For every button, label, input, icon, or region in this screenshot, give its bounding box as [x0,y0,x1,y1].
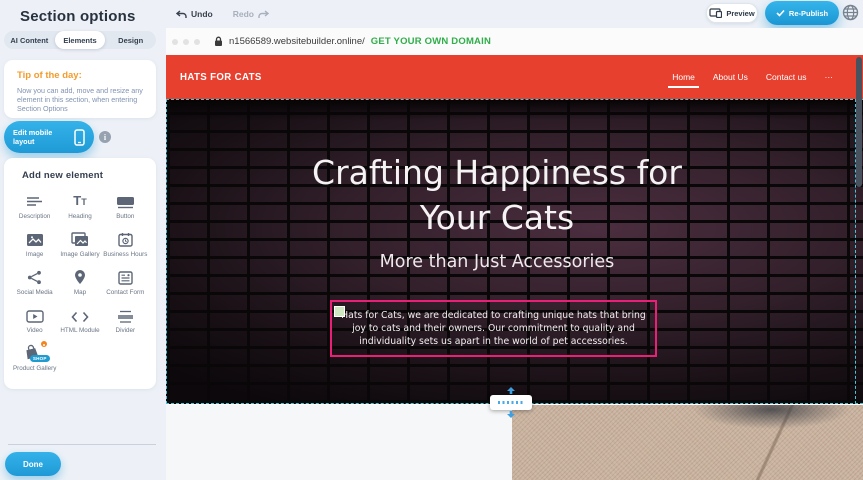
undo-button[interactable]: Undo [176,9,213,19]
add-element-button[interactable]: Button [103,189,148,227]
button-icon [116,196,135,209]
phone-icon [74,129,85,146]
map-pin-icon [74,269,86,285]
browser-window-dots [172,39,200,45]
devices-icon [709,8,722,18]
hero-paragraph-text: Hats for Cats, we are dedicated to craft… [341,310,646,347]
tab-elements[interactable]: Elements [55,31,106,49]
redo-icon [258,10,269,19]
tip-of-the-day-card: Tip of the day: Now you can add, move an… [4,60,156,118]
add-element-heading[interactable]: TT Heading [57,189,102,227]
preview-label: Preview [726,9,754,18]
add-element-product-gallery[interactable]: SHOP Product Gallery [12,341,57,379]
website-builder-app: Section options Undo Redo Preview Re-Pub… [0,0,863,480]
hero-paragraph-selected[interactable]: Hats for Cats, we are dedicated to craft… [330,300,657,357]
resize-arrow-up-icon [506,387,516,394]
html-module-icon [71,311,89,323]
add-element-image[interactable]: Image [12,227,57,265]
image-icon [26,233,44,247]
add-element-social-media[interactable]: Social Media [12,265,57,303]
add-element-divider[interactable]: Divider [103,303,148,341]
lock-icon [214,36,223,47]
preview-button[interactable]: Preview [706,3,758,23]
add-element-video[interactable]: Video [12,303,57,341]
redo-button[interactable]: Redo [233,9,269,19]
tab-ai-content[interactable]: AI Content [4,31,55,49]
edit-mobile-layout-label: Edit mobile layout [13,128,67,146]
add-element-business-hours[interactable]: Business Hours [103,227,148,265]
hero-heading-line2: Your Cats [167,195,827,240]
add-element-map[interactable]: Map [57,265,102,303]
grid-empty-cell [103,341,148,379]
grid-empty-cell [57,341,102,379]
preview-scrollbar[interactable] [856,57,862,187]
nav-more-menu[interactable]: ··· [825,68,834,86]
element-grid: Description TT Heading Button Image Imag… [12,189,148,379]
sidebar-divider [8,444,156,445]
shop-badge: SHOP [30,355,50,362]
resize-arrow-down-icon [506,411,516,418]
section-resize-handle[interactable] [490,395,532,410]
product-gallery-notification-badge [40,340,48,348]
heading-icon: TT [73,194,86,209]
add-element-image-gallery[interactable]: Image Gallery [57,227,102,265]
redo-label: Redo [233,9,254,19]
video-icon [26,310,44,323]
check-icon [776,9,785,17]
add-new-element-panel: Add new element Description TT Heading B… [4,158,156,389]
image-gallery-icon [71,232,89,247]
social-media-icon [27,270,42,285]
sand-photo [512,405,863,480]
add-element-description[interactable]: Description [12,189,57,227]
site-header: HATS FOR CATS Home About Us Contact us ·… [166,55,863,99]
site-nav: Home About Us Contact us ··· [672,55,833,99]
browser-chrome: n1566589.websitebuilder.online/ GET YOUR… [166,28,863,55]
nav-contact-us[interactable]: Contact us [766,68,807,86]
business-hours-icon [118,232,133,247]
republish-button[interactable]: Re-Publish [765,1,839,25]
hero-section-selected[interactable]: Crafting Happiness for Your Cats More th… [166,99,863,404]
site-preview: n1566589.websitebuilder.online/ GET YOUR… [166,28,863,480]
hero-subheading[interactable]: More than Just Accessories [167,252,827,272]
nav-about-us[interactable]: About Us [713,68,748,86]
tip-title: Tip of the day: [17,70,143,81]
language-globe-button[interactable] [842,4,859,21]
description-icon [26,196,43,209]
address-bar[interactable]: n1566589.websitebuilder.online/ GET YOUR… [214,36,491,47]
url-text: n1566589.websitebuilder.online/ [229,36,365,47]
hero-heading-line1: Crafting Happiness for [167,150,827,195]
republish-label: Re-Publish [789,9,828,18]
add-element-html-module[interactable]: HTML Module [57,303,102,341]
contact-form-icon [118,271,133,285]
tip-body: Now you can add, move and resize any ele… [17,86,143,113]
undo-redo-group: Undo Redo [176,9,269,19]
get-your-own-domain-link[interactable]: GET YOUR OWN DOMAIN [371,36,491,47]
add-panel-title: Add new element [22,170,148,181]
tab-design[interactable]: Design [105,31,156,49]
globe-icon [842,4,859,21]
resize-handle-dashes [498,401,525,404]
edit-mobile-layout-button[interactable]: Edit mobile layout [4,121,94,153]
site-logo[interactable]: HATS FOR CATS [180,71,262,83]
undo-icon [176,10,187,19]
add-element-contact-form[interactable]: Contact Form [103,265,148,303]
divider-icon [117,310,134,323]
element-drag-handle[interactable] [334,306,345,317]
nav-home[interactable]: Home [672,68,695,86]
page-title: Section options [20,8,136,25]
done-button[interactable]: Done [5,452,61,476]
info-button[interactable]: i [99,131,111,143]
hero-heading[interactable]: Crafting Happiness for Your Cats [167,150,827,240]
undo-label: Undo [191,9,213,19]
sidebar-tabs: AI Content Elements Design [4,31,156,49]
